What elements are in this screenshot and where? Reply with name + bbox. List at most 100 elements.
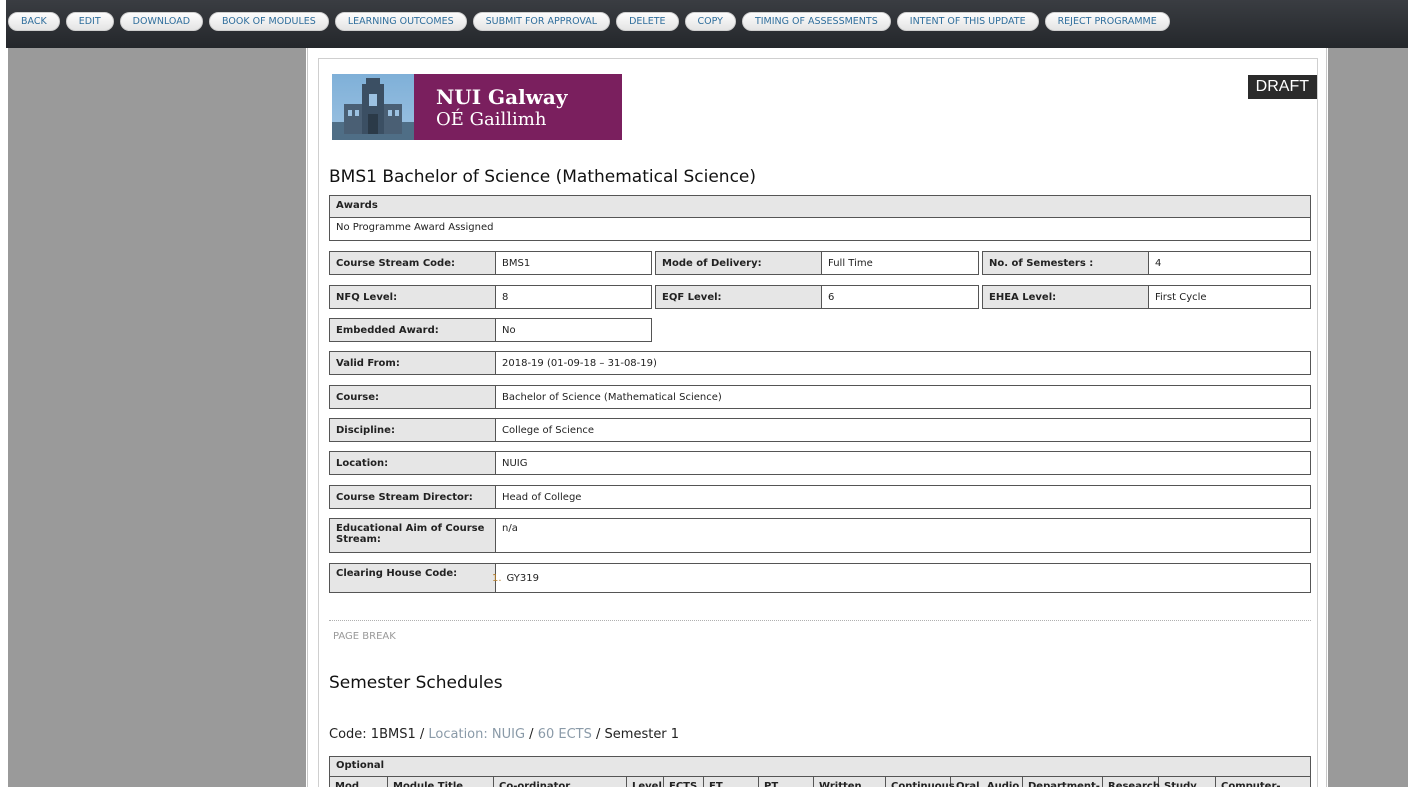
field-label: EQF Level: <box>656 286 822 308</box>
field-label: Educational Aim of Course Stream: <box>330 519 496 552</box>
schedule-ects: 60 ECTS <box>537 727 592 742</box>
back-button[interactable]: BACK <box>8 12 60 31</box>
optional-modules-table: Optional Mod Module Title Co-ordinator L… <box>329 756 1311 787</box>
field-value: NUIG <box>502 457 528 469</box>
field-value: College of Science <box>502 424 595 436</box>
crumb-separator: / <box>525 727 538 742</box>
column-header: Written <box>814 777 886 787</box>
field-label: Mode of Delivery: <box>656 252 822 274</box>
awards-value: No Programme Award Assigned <box>336 222 494 233</box>
embedded-award-field: Embedded Award: No <box>329 318 652 342</box>
field-value: 6 <box>828 291 835 303</box>
eqf-level-field: EQF Level: 6 <box>655 285 979 309</box>
top-toolbar: BACK EDIT DOWNLOAD BOOK OF MODULES LEARN… <box>0 0 1408 48</box>
left-margin <box>8 48 306 787</box>
course-field: Course: Bachelor of Science (Mathematica… <box>329 385 1311 409</box>
optional-group-header: Optional <box>330 757 1310 777</box>
field-label: Embedded Award: <box>330 319 496 341</box>
toolbar-edge <box>0 0 6 48</box>
clearing-house-code-field: Clearing House Code: 1. GY319 <box>329 563 1311 593</box>
draft-badge: DRAFT <box>1247 75 1317 99</box>
field-value: 8 <box>502 291 509 303</box>
crumb-separator: / <box>415 727 429 742</box>
field-label: Course: <box>330 386 496 408</box>
ehea-level-field: EHEA Level: First Cycle <box>982 285 1311 309</box>
awards-box: Awards No Programme Award Assigned <box>329 195 1311 241</box>
right-margin <box>1328 48 1408 787</box>
university-logo: NUI Galway OÉ Gaillimh <box>332 74 622 140</box>
intent-of-update-button[interactable]: INTENT OF THIS UPDATE <box>896 12 1039 31</box>
column-header: FT <box>704 777 759 787</box>
edit-button[interactable]: EDIT <box>65 12 114 31</box>
discipline-field: Discipline: College of Science <box>329 418 1311 442</box>
field-label: Course Stream Director: <box>330 486 496 508</box>
table-header-row: Mod Module Title Co-ordinator Level ECTS… <box>330 777 1310 787</box>
column-header: Research <box>1103 777 1160 787</box>
field-label: NFQ Level: <box>330 286 496 308</box>
field-value: Bachelor of Science (Mathematical Scienc… <box>502 391 722 403</box>
crumb-separator: / <box>591 727 605 742</box>
field-label: Clearing House Code: <box>330 564 496 592</box>
page-break-label: PAGE BREAK <box>333 631 396 642</box>
schedule-breadcrumb: Code: 1BMS1 / Location: NUIG / 60 ECTS /… <box>329 727 679 742</box>
schedule-code: Code: 1BMS1 <box>329 727 416 742</box>
document-content: NUI Galway OÉ Gaillimh DRAFT BMS1 Bachel… <box>318 58 1318 787</box>
valid-from-field: Valid From: 2018-19 (01-09-18 – 31-08-19… <box>329 351 1311 375</box>
column-header: Module Title <box>388 777 494 787</box>
field-label: Discipline: <box>330 419 496 441</box>
mode-of-delivery-field: Mode of Delivery: Full Time <box>655 251 979 275</box>
no-of-semesters-field: No. of Semesters : 4 <box>982 251 1311 275</box>
document-page: NUI Galway OÉ Gaillimh DRAFT BMS1 Bachel… <box>307 48 1327 787</box>
field-value: 4 <box>1155 257 1162 269</box>
copy-button[interactable]: COPY <box>684 12 736 31</box>
educational-aim-field: Educational Aim of Course Stream: n/a <box>329 518 1311 553</box>
nfq-level-field: NFQ Level: 8 <box>329 285 652 309</box>
clearing-house-code-value: GY319 <box>506 572 539 584</box>
list-number: 1. <box>492 572 502 584</box>
schedule-semester: Semester 1 <box>604 727 680 742</box>
column-header: Continuous <box>886 777 955 787</box>
field-value: BMS1 <box>502 257 531 269</box>
column-header: Level <box>627 777 664 787</box>
timing-of-assessments-button[interactable]: TIMING OF ASSESSMENTS <box>741 12 891 31</box>
field-value: Head of College <box>502 491 582 503</box>
field-value: n/a <box>502 523 518 534</box>
column-header: Computer- <box>1221 781 1281 787</box>
page-edge <box>0 48 8 787</box>
field-value: No <box>502 324 516 336</box>
reject-programme-button[interactable]: REJECT PROGRAMME <box>1044 12 1170 31</box>
column-header: PT <box>759 777 814 787</box>
programme-title: BMS1 Bachelor of Science (Mathematical S… <box>329 167 757 187</box>
field-label: Valid From: <box>330 352 496 374</box>
book-of-modules-button[interactable]: BOOK OF MODULES <box>209 12 329 31</box>
page-break-line <box>329 620 1311 621</box>
course-stream-code-field: Course Stream Code: BMS1 <box>329 251 652 275</box>
field-label: Course Stream Code: <box>330 252 496 274</box>
column-header: Oral, Audio <box>951 777 1023 787</box>
delete-button[interactable]: DELETE <box>616 12 679 31</box>
learning-outcomes-button[interactable]: LEARNING OUTCOMES <box>334 12 467 31</box>
semester-schedules-heading: Semester Schedules <box>329 673 503 693</box>
field-label: EHEA Level: <box>983 286 1149 308</box>
field-value: Full Time <box>828 257 873 269</box>
column-header: ECTS <box>664 777 704 787</box>
field-label: No. of Semesters : <box>983 252 1149 274</box>
location-field: Location: NUIG <box>329 451 1311 475</box>
course-stream-director-field: Course Stream Director: Head of College <box>329 485 1311 509</box>
logo-line-1: NUI Galway <box>436 85 568 109</box>
field-value: First Cycle <box>1155 291 1207 303</box>
field-value: 2018-19 (01-09-18 – 31-08-19) <box>502 357 657 369</box>
logo-text: NUI Galway OÉ Gaillimh <box>414 74 622 140</box>
download-button[interactable]: DOWNLOAD <box>119 12 204 31</box>
column-header: Study <box>1159 777 1216 787</box>
logo-line-2: OÉ Gaillimh <box>436 109 547 130</box>
schedule-location: Location: NUIG <box>428 727 526 742</box>
column-header: Co-ordinator <box>494 777 627 787</box>
column-header: Mod <box>330 777 388 787</box>
awards-header: Awards <box>330 196 1310 218</box>
field-label: Location: <box>330 452 496 474</box>
submit-for-approval-button[interactable]: SUBMIT FOR APPROVAL <box>472 12 611 31</box>
column-header: Department- <box>1023 777 1103 787</box>
quadrangle-building-icon <box>332 74 414 140</box>
field-value: 1. GY319 <box>492 564 545 592</box>
